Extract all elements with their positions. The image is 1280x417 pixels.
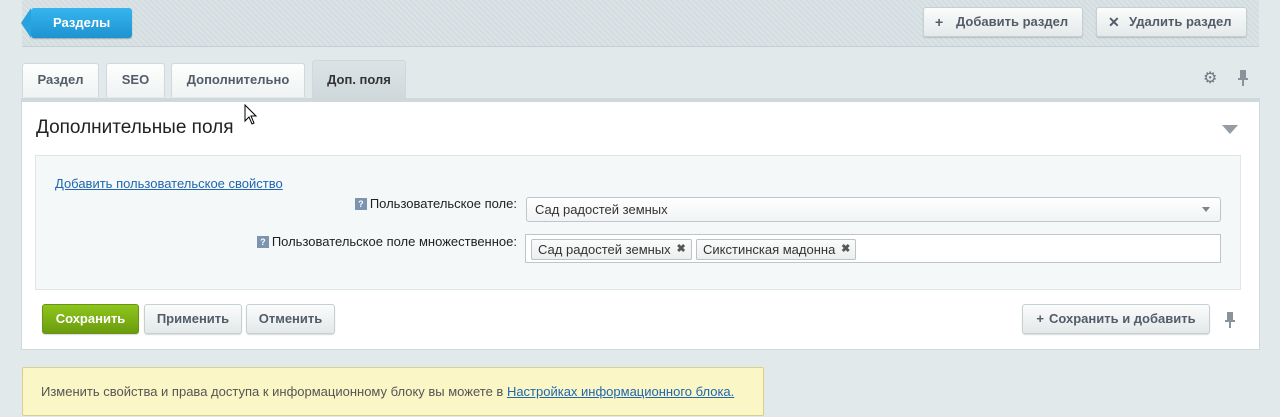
gear-icon[interactable]: ⚙	[1203, 68, 1217, 88]
remove-icon[interactable]: ✖	[676, 240, 685, 259]
remove-icon[interactable]: ✖	[841, 240, 850, 259]
single-field-value: Сад радостей земных	[535, 202, 668, 217]
cancel-label: Отменить	[258, 311, 323, 326]
value-chip: Сикстинская мадонна ✖	[696, 239, 857, 260]
apply-label: Применить	[156, 311, 230, 326]
tab-section-label: Раздел	[37, 72, 84, 87]
delete-section-button[interactable]: ✕ Удалить раздел	[1096, 7, 1247, 37]
info-notice: Изменить свойства и права доступа к инфо…	[22, 367, 764, 416]
tab-extra-fields[interactable]: Доп. поля	[312, 60, 406, 98]
tab-extra-fields-label: Доп. поля	[327, 72, 391, 87]
chip-label: Сикстинская мадонна	[703, 242, 836, 257]
notice-text: Изменить свойства и права доступа к инфо…	[41, 384, 507, 399]
delete-section-label: Удалить раздел	[1129, 14, 1232, 29]
iblock-settings-link[interactable]: Настройках информационного блока.	[507, 384, 734, 399]
single-field-select[interactable]: Сад радостей земных	[526, 197, 1221, 222]
save-and-add-label: Сохранить и добавить	[1048, 311, 1196, 326]
chevron-down-icon	[1202, 207, 1210, 212]
tab-seo-label: SEO	[121, 72, 150, 87]
tab-additional-label: Дополнительно	[186, 72, 290, 87]
add-section-label: Добавить раздел	[956, 14, 1069, 29]
single-field-label: ? Пользовательское поле:	[300, 196, 517, 211]
sections-label: Разделы	[53, 15, 111, 30]
multiple-field-label-text: Пользовательское поле множественное:	[271, 234, 517, 249]
tab-seo[interactable]: SEO	[106, 63, 165, 97]
single-field-label-text: Пользовательское поле:	[369, 196, 517, 211]
multiple-field-input[interactable]: Сад радостей земных ✖ Сикстинская мадонн…	[525, 234, 1221, 263]
apply-button[interactable]: Применить	[144, 304, 242, 334]
pin-buttons-icon[interactable]	[1223, 311, 1237, 329]
tab-additional[interactable]: Дополнительно	[171, 63, 305, 97]
plus-icon: +	[935, 14, 944, 30]
mouse-cursor-icon	[244, 104, 258, 125]
panel-title: Дополнительные поля	[36, 117, 234, 138]
pin-tabs-icon[interactable]	[1236, 69, 1250, 87]
cross-icon: ✕	[1108, 14, 1120, 30]
save-label: Сохранить	[55, 311, 126, 326]
add-property-link[interactable]: Добавить пользовательское свойство	[55, 176, 283, 191]
multiple-field-label: ? Пользовательское поле множественное:	[240, 234, 517, 249]
add-section-button[interactable]: + Добавить раздел	[923, 7, 1083, 37]
save-button[interactable]: Сохранить	[42, 304, 139, 334]
chip-label: Сад радостей земных	[538, 242, 671, 257]
cancel-button[interactable]: Отменить	[246, 304, 335, 334]
save-and-add-button[interactable]: + Сохранить и добавить	[1022, 304, 1210, 334]
value-chip: Сад радостей земных ✖	[531, 239, 692, 260]
help-icon[interactable]: ?	[256, 236, 269, 248]
plus-icon: +	[1036, 311, 1044, 326]
sections-back-button[interactable]: Разделы	[20, 8, 133, 38]
help-icon[interactable]: ?	[354, 198, 367, 210]
collapse-arrow-icon[interactable]	[1222, 125, 1238, 134]
tab-section[interactable]: Раздел	[22, 63, 99, 97]
